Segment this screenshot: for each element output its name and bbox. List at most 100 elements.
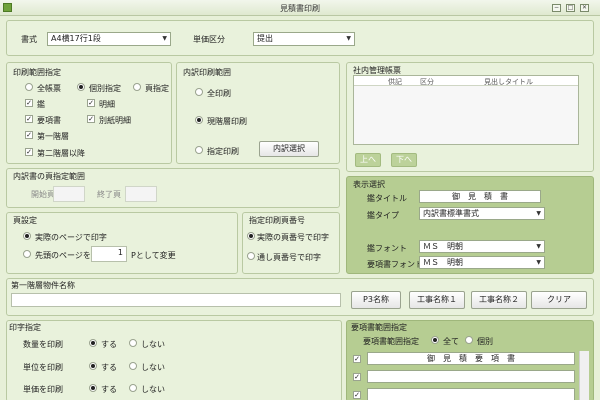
radio-actual-page[interactable] — [23, 232, 31, 240]
radio-summary-individual[interactable] — [465, 336, 473, 344]
radio-first-page[interactable] — [23, 250, 31, 258]
radio-serial-page-number[interactable] — [247, 252, 255, 260]
unit-print-label: 単位を印刷 — [23, 363, 63, 372]
radio-price-no[interactable] — [129, 384, 137, 392]
radio-print-all[interactable] — [195, 88, 203, 96]
display-selection-title: 表示選択 — [353, 180, 385, 189]
col-heading: 見出しタイトル — [484, 78, 533, 86]
clear-button[interactable]: クリア — [531, 291, 587, 309]
cover-title-input[interactable]: 御 見 積 書 — [419, 190, 541, 203]
radio-current-level-label: 現階層印刷 — [207, 117, 247, 126]
page-setting-panel: 頁設定 実際のページで印字 先頭のページを 1 Pとして変更 — [6, 212, 238, 274]
radio-serial-page-number-label: 通し頁番号で印字 — [257, 253, 321, 262]
price-print-label: 単価を印刷 — [23, 385, 63, 394]
move-down-button[interactable]: 下へ — [391, 153, 417, 167]
move-up-button[interactable]: 上へ — [355, 153, 381, 167]
page-range-title: 内訳書の頁指定範囲 — [13, 172, 85, 181]
radio-page-specify[interactable] — [133, 83, 141, 91]
radio-page-specify-label: 頁指定 — [145, 84, 169, 93]
level1-name-panel: 第一階層物件名称 P3名称 工事名称１ 工事名称２ クリア — [6, 278, 594, 316]
check-detail-label: 明細 — [99, 100, 115, 109]
summary-item-check-1[interactable]: ✓ — [353, 355, 361, 363]
radio-all-forms[interactable] — [25, 83, 33, 91]
chevron-down-icon: ▼ — [346, 35, 351, 42]
internal-forms-list[interactable]: 供記 区分 見出しタイトル — [353, 75, 579, 145]
radio-actual-page-number[interactable] — [247, 232, 255, 240]
page-setting-title: 頁設定 — [13, 216, 37, 225]
print-range-title: 印刷範囲指定 — [13, 68, 61, 77]
close-icon[interactable]: ✕ — [580, 4, 589, 12]
check-detail[interactable]: ✓ — [87, 99, 95, 107]
check-summary[interactable]: ✓ — [25, 115, 33, 123]
check-separate-detail-label: 別紙明細 — [99, 116, 131, 125]
col-kind: 供記 — [388, 78, 402, 86]
first-page-number-input[interactable]: 1 — [91, 246, 127, 262]
radio-actual-page-label: 実際のページで印字 — [35, 233, 107, 242]
level1-name-input[interactable] — [11, 293, 341, 307]
radio-price-yes[interactable] — [89, 384, 97, 392]
cover-type-dropdown[interactable]: 内訳書標準書式 ▼ — [419, 207, 545, 220]
summary-range-panel: 要項書範囲指定 要項書範囲指定 全て 個別 ✓ 御 見 積 要 項 書 ✓ ✓ — [346, 320, 594, 400]
radio-first-page-label: 先頭のページを — [35, 251, 91, 260]
maximize-icon[interactable]: □ — [566, 4, 575, 12]
price-category-dropdown[interactable]: 提出 ▼ — [253, 32, 355, 46]
work-name1-button[interactable]: 工事名称１ — [409, 291, 465, 309]
check-level1-label: 第一階層 — [37, 132, 69, 141]
radio-actual-page-number-label: 実際の頁番号で印字 — [257, 233, 329, 242]
summary-font-value: ＭＳ 明朝 — [423, 258, 463, 267]
print-page-number-panel: 指定印刷頁番号 実際の頁番号で印字 通し頁番号で印字 — [242, 212, 340, 274]
print-page-number-title: 指定印刷頁番号 — [249, 216, 305, 225]
summary-item-check-2[interactable]: ✓ — [353, 373, 361, 381]
radio-price-yes-label: する — [101, 385, 117, 394]
radio-qty-yes-label: する — [101, 340, 117, 349]
cover-font-dropdown[interactable]: ＭＳ 明朝 ▼ — [419, 240, 545, 253]
minimize-icon[interactable]: − — [552, 4, 561, 12]
radio-specified-print[interactable] — [195, 146, 203, 154]
summary-item-2[interactable] — [367, 370, 575, 383]
radio-individual[interactable] — [77, 83, 85, 91]
cover-type-label: 鑑タイプ — [367, 211, 399, 220]
work-name2-button[interactable]: 工事名称２ — [471, 291, 527, 309]
format-dropdown[interactable]: A4横17行1段 ▼ — [47, 32, 171, 46]
cover-font-value: ＭＳ 明朝 — [423, 242, 463, 251]
radio-current-level[interactable] — [195, 116, 203, 124]
summary-item-3[interactable] — [367, 388, 575, 400]
qty-print-label: 数量を印刷 — [23, 340, 63, 349]
cover-title-label: 鑑タイトル — [367, 194, 407, 203]
chevron-down-icon: ▼ — [536, 243, 541, 250]
check-cover[interactable]: ✓ — [25, 99, 33, 107]
radio-qty-no-label: しない — [141, 340, 165, 349]
radio-qty-yes[interactable] — [89, 339, 97, 347]
radio-unit-no[interactable] — [129, 362, 137, 370]
start-page-input[interactable] — [53, 186, 85, 202]
check-level2[interactable]: ✓ — [25, 148, 33, 156]
format-value: A4横17行1段 — [51, 34, 101, 43]
check-cover-label: 鑑 — [37, 100, 45, 109]
format-label: 書式 — [21, 35, 37, 44]
radio-summary-all[interactable] — [431, 336, 439, 344]
chevron-down-icon: ▼ — [536, 210, 541, 217]
check-level1[interactable]: ✓ — [25, 131, 33, 139]
summary-font-label: 要項書フォント — [367, 260, 423, 269]
end-page-label: 終了頁 — [97, 190, 121, 199]
col-category: 区分 — [420, 78, 434, 86]
display-selection-panel: 表示選択 鑑タイトル 御 見 積 書 鑑タイプ 内訳書標準書式 ▼ 鑑フォント … — [346, 176, 594, 274]
cover-font-label: 鑑フォント — [367, 244, 407, 253]
radio-unit-yes[interactable] — [89, 362, 97, 370]
summary-item-check-3[interactable]: ✓ — [353, 391, 361, 399]
window-title: 見積書印刷 — [280, 4, 320, 13]
level1-name-title: 第一階層物件名称 — [11, 281, 75, 290]
radio-qty-no[interactable] — [129, 339, 137, 347]
check-level2-label: 第二階層以降 — [37, 149, 85, 158]
radio-price-no-label: しない — [141, 385, 165, 394]
p-name-button[interactable]: P3名称 — [351, 291, 401, 309]
end-page-input[interactable] — [125, 186, 157, 202]
summary-list-scrollbar[interactable] — [579, 351, 589, 400]
price-category-value: 提出 — [257, 34, 273, 43]
summary-font-dropdown[interactable]: ＭＳ 明朝 ▼ — [419, 256, 545, 269]
price-category-label: 単価区分 — [193, 35, 225, 44]
breakdown-select-button[interactable]: 内訳選択 — [259, 141, 319, 157]
check-separate-detail[interactable]: ✓ — [87, 115, 95, 123]
top-settings-panel: 書式 A4横17行1段 ▼ 単価区分 提出 ▼ — [6, 20, 594, 56]
summary-item-1[interactable]: 御 見 積 要 項 書 — [367, 352, 575, 365]
